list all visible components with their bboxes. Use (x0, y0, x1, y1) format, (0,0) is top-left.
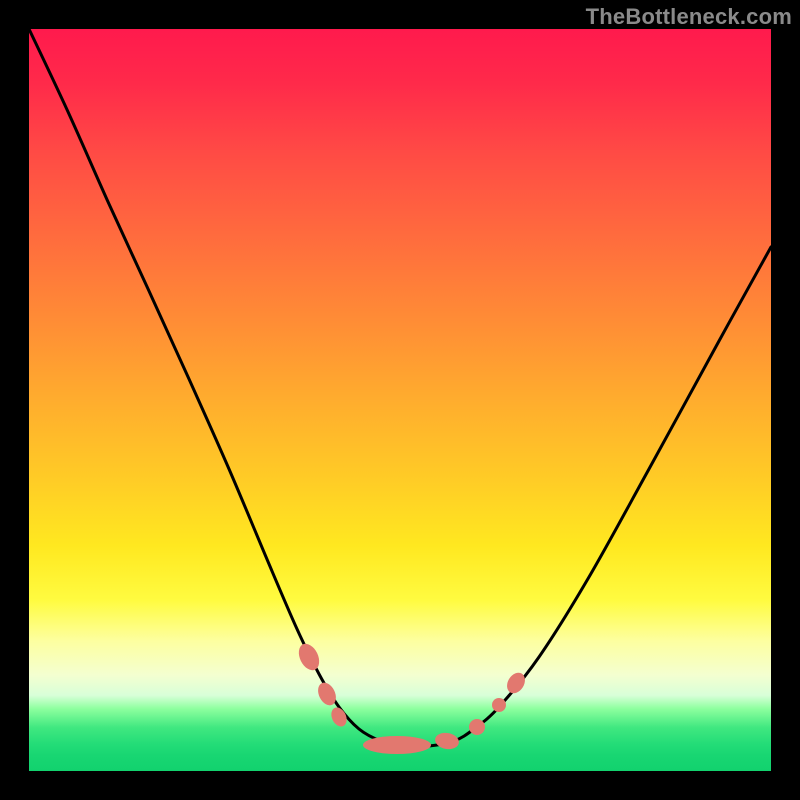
watermark-text: TheBottleneck.com (586, 4, 792, 30)
curve-marker-3 (363, 736, 431, 754)
curve-marker-0 (295, 640, 323, 673)
curve-markers (295, 640, 529, 754)
bottleneck-curve (29, 29, 771, 747)
curve-marker-7 (503, 669, 528, 696)
curve-marker-4 (434, 731, 460, 751)
curve-marker-5 (469, 719, 485, 735)
chart-svg (29, 29, 771, 771)
curve-path (29, 29, 771, 747)
curve-marker-6 (492, 698, 506, 712)
chart-frame (29, 29, 771, 771)
